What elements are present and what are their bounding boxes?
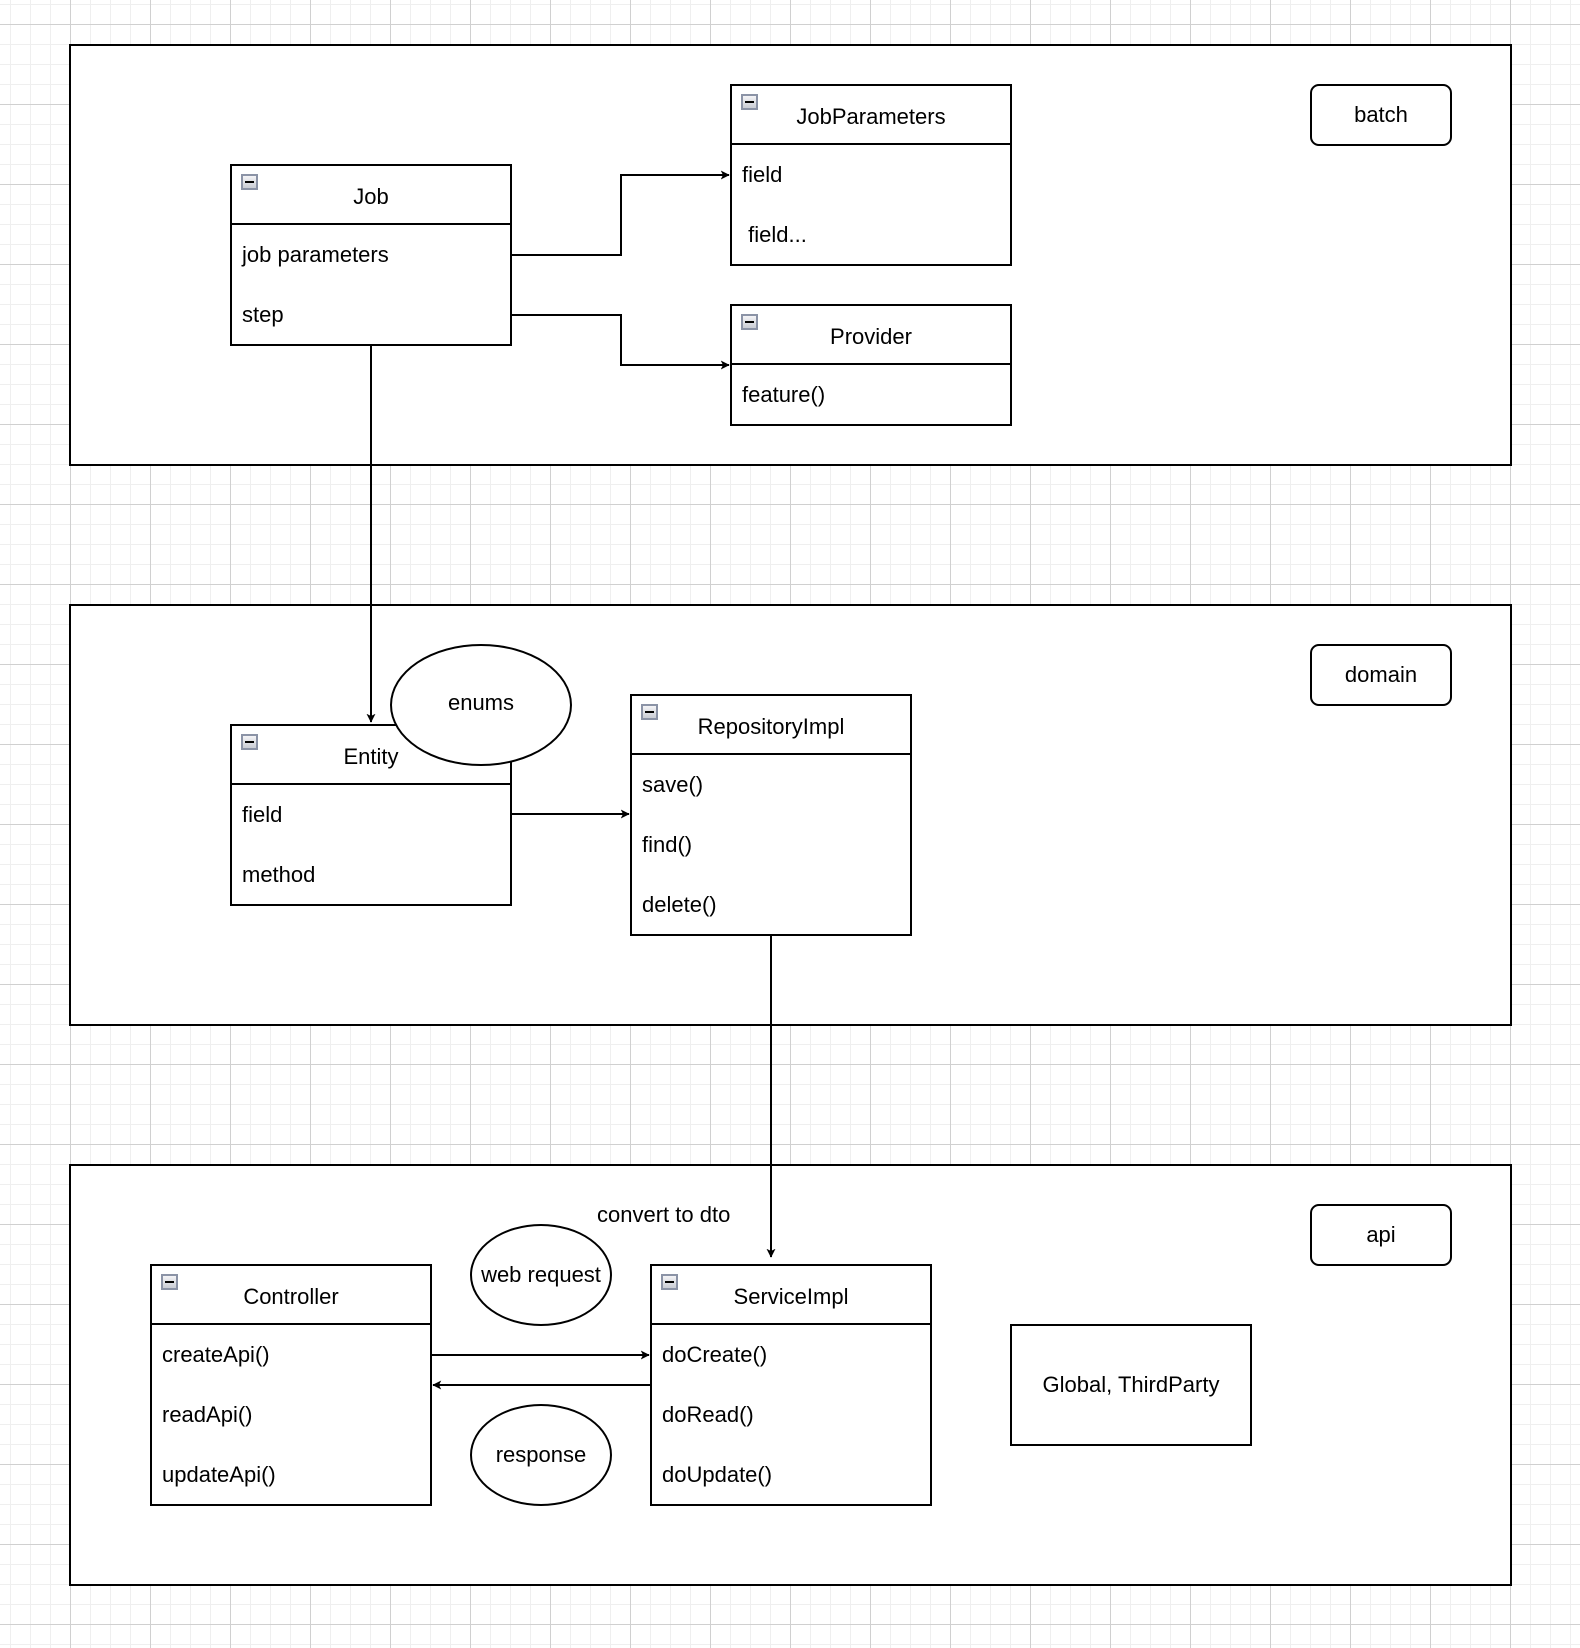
batch-layer-label[interactable]: batch [1310,84,1452,146]
repository-impl-row-delete[interactable]: delete() [632,875,910,935]
provider-class-header: Provider [732,306,1010,365]
job-row-job-parameters[interactable]: job parameters [232,225,510,285]
web-request-label: web request [481,1262,601,1287]
job-class[interactable]: Job job parameters step [230,164,512,346]
job-parameters-class[interactable]: JobParameters field field... [730,84,1012,266]
service-impl-row-do-read[interactable]: doRead() [652,1385,930,1445]
entity-row-method[interactable]: method [232,845,510,905]
api-label-text: api [1366,1222,1396,1247]
collapse-icon[interactable] [241,174,258,190]
service-impl-class[interactable]: ServiceImpl doCreate() doRead() doUpdate… [650,1264,932,1506]
response-label: response [495,1442,587,1467]
collapse-icon[interactable] [661,1274,678,1290]
service-impl-row-do-update[interactable]: doUpdate() [652,1445,930,1505]
enums-ellipse[interactable]: enums [390,644,572,766]
collapse-icon[interactable] [241,734,258,750]
job-class-title: Job [353,183,389,209]
collapse-icon[interactable] [741,314,758,330]
controller-class[interactable]: Controller createApi() readApi() updateA… [150,1264,432,1506]
web-request-ellipse[interactable]: web request [470,1224,612,1326]
enums-label: enums [447,690,515,715]
entity-row-field[interactable]: field [232,785,510,845]
collapse-icon[interactable] [741,94,758,110]
repository-impl-class-title: RepositoryImpl [697,713,845,739]
repository-impl-row-find[interactable]: find() [632,815,910,875]
batch-label-text: batch [1354,102,1408,127]
entity-class-title: Entity [343,743,399,769]
job-parameters-class-title: JobParameters [796,103,946,129]
response-ellipse[interactable]: response [470,1404,612,1506]
job-parameters-class-header: JobParameters [732,86,1010,145]
job-class-header: Job [232,166,510,225]
domain-layer-label[interactable]: domain [1310,644,1452,706]
repository-impl-class[interactable]: RepositoryImpl save() find() delete() [630,694,912,936]
job-row-step[interactable]: step [232,285,510,345]
provider-class[interactable]: Provider feature() [730,304,1012,426]
provider-row-feature[interactable]: feature() [732,365,1010,425]
controller-row-read-api[interactable]: readApi() [152,1385,430,1445]
controller-class-header: Controller [152,1266,430,1325]
global-thirdparty-box[interactable]: Global, ThirdParty [1010,1324,1252,1446]
job-parameters-row-field[interactable]: field [732,145,1010,205]
collapse-icon[interactable] [161,1274,178,1290]
global-thirdparty-label: Global, ThirdParty [1042,1372,1220,1397]
repository-impl-row-save[interactable]: save() [632,755,910,815]
service-impl-class-header: ServiceImpl [652,1266,930,1325]
controller-row-update-api[interactable]: updateApi() [152,1445,430,1505]
job-parameters-row-field-more[interactable]: field... [732,205,1010,265]
provider-class-title: Provider [830,323,912,349]
domain-label-text: domain [1344,662,1418,687]
convert-to-dto-label: convert to dto [597,1202,731,1227]
service-impl-class-title: ServiceImpl [733,1283,849,1309]
controller-row-create-api[interactable]: createApi() [152,1325,430,1385]
collapse-icon[interactable] [641,704,658,720]
repository-impl-class-header: RepositoryImpl [632,696,910,755]
controller-class-title: Controller [243,1283,339,1309]
api-layer-label[interactable]: api [1310,1204,1452,1266]
service-impl-row-do-create[interactable]: doCreate() [652,1325,930,1385]
